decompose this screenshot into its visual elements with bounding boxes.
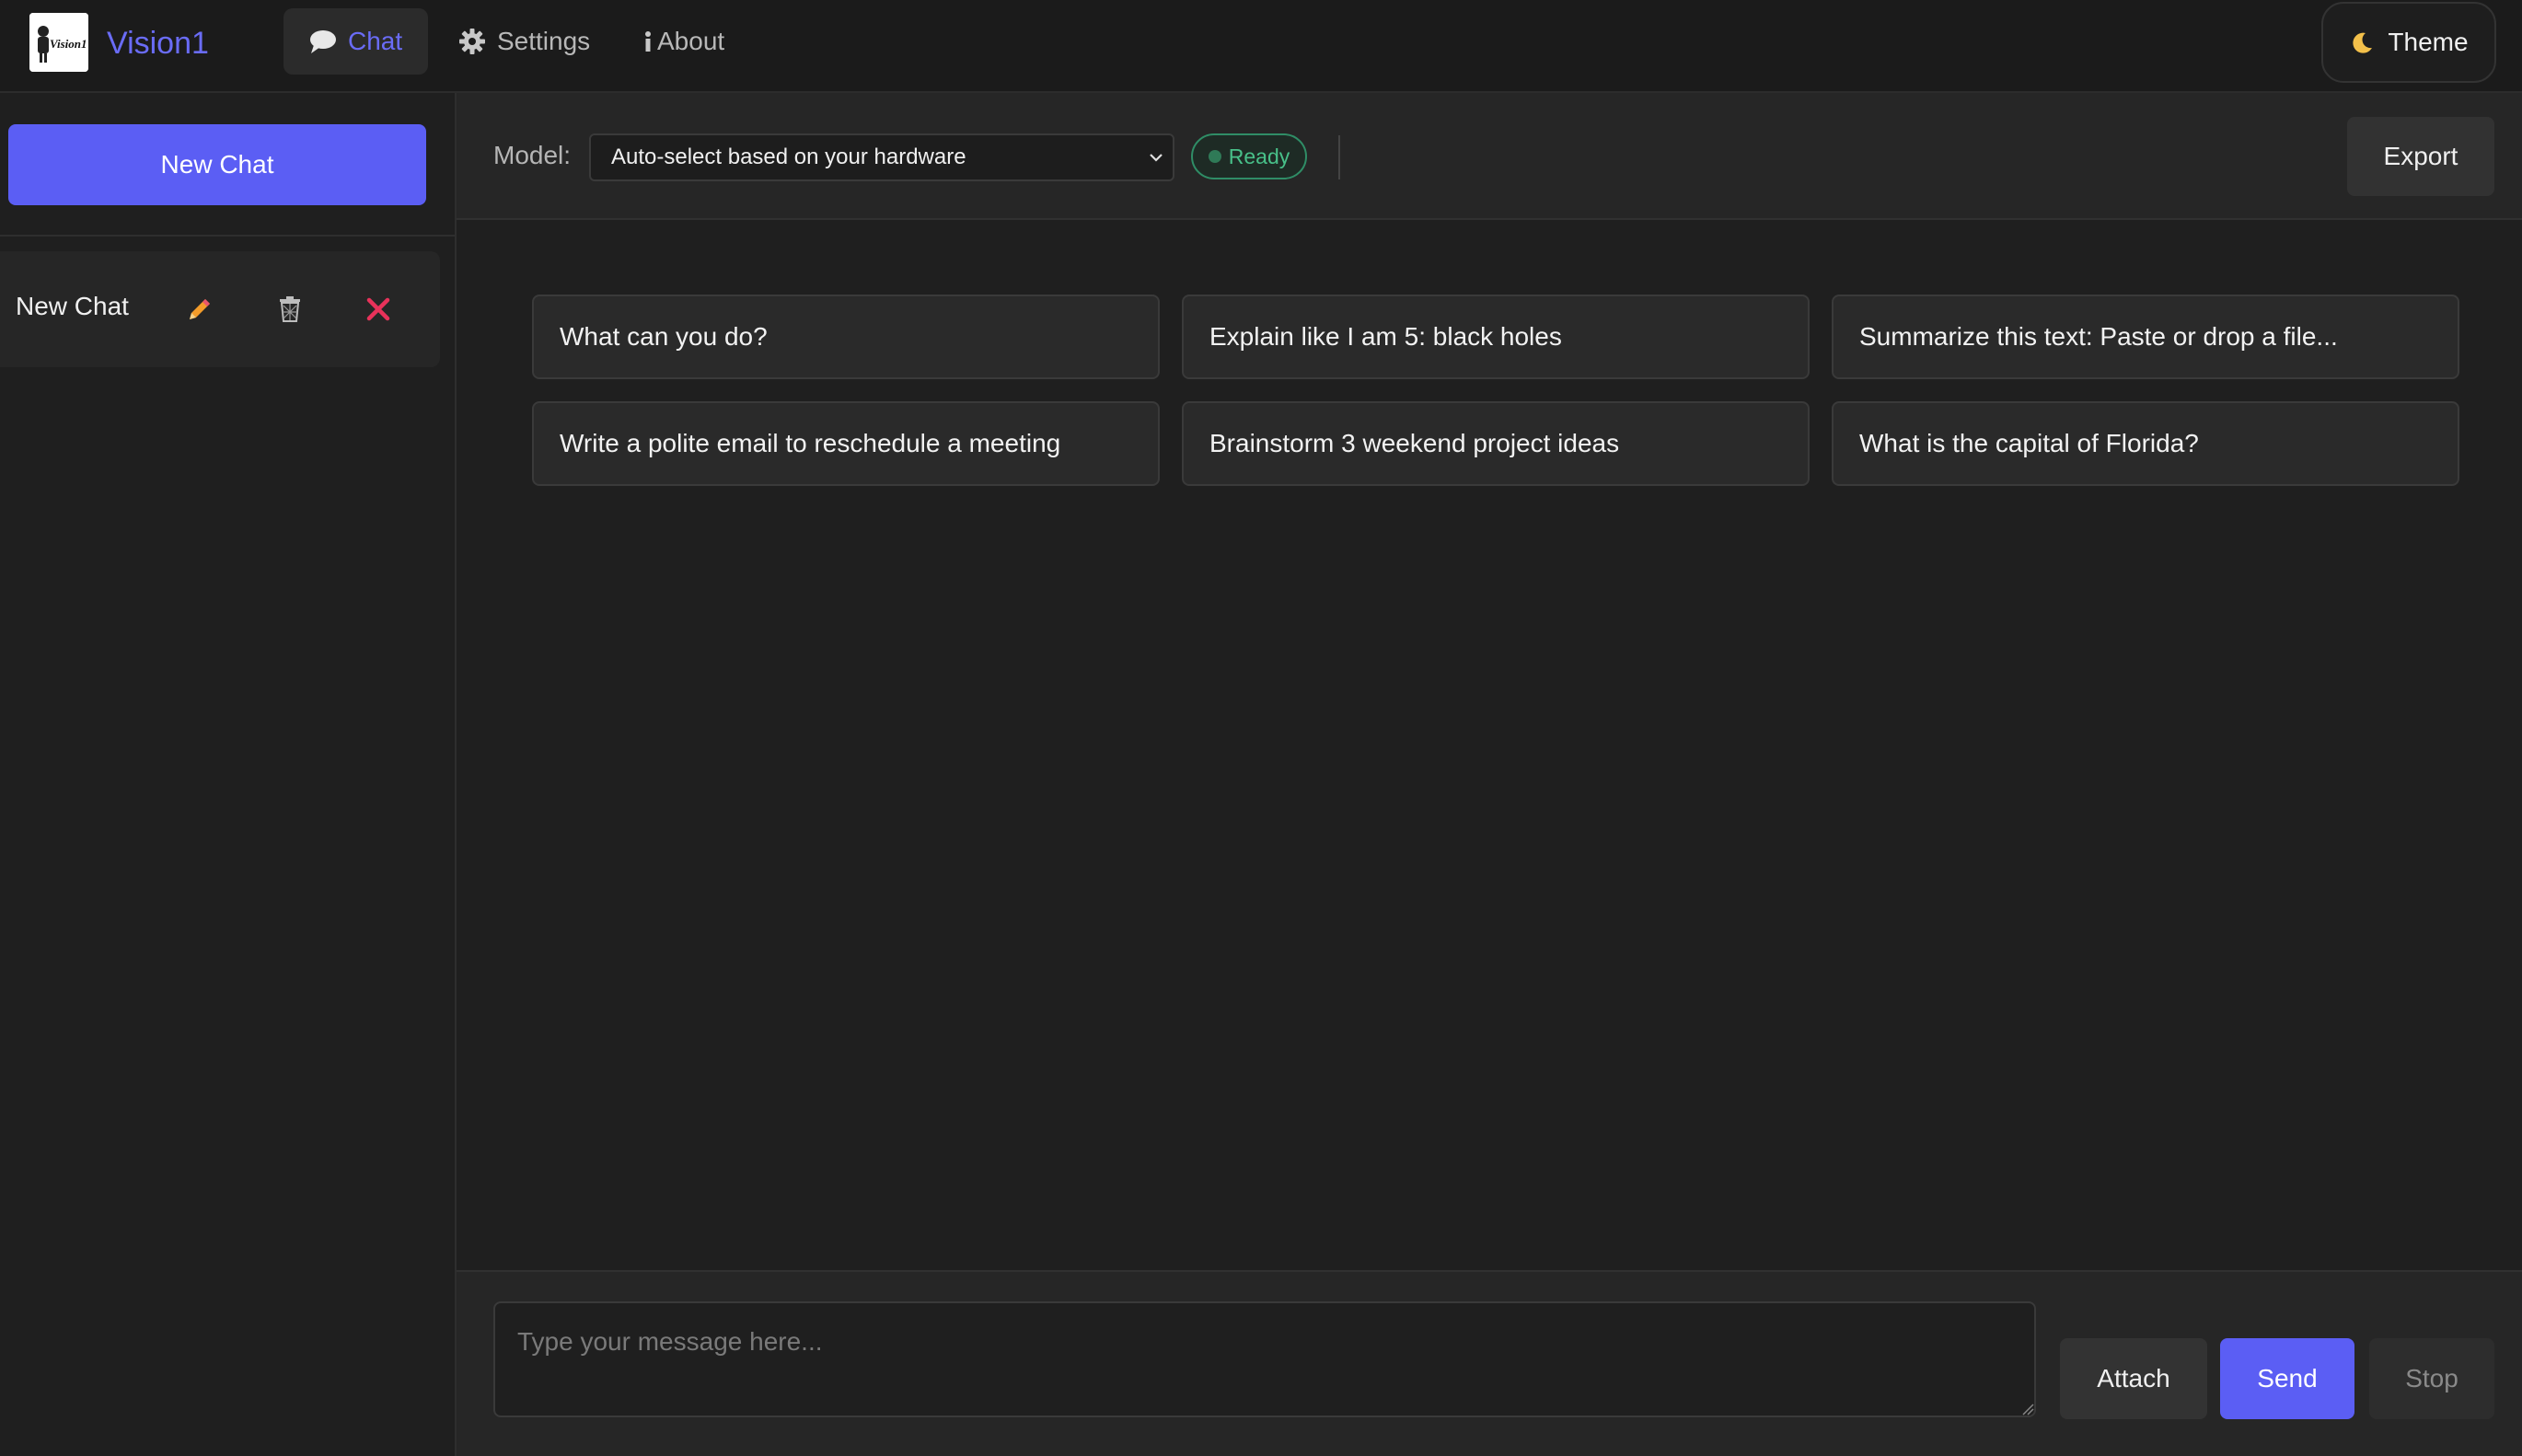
suggestion-chip[interactable]: What can you do? xyxy=(532,295,1160,379)
suggestion-chip[interactable]: Explain like I am 5: black holes xyxy=(1182,295,1810,379)
tab-settings-label: Settings xyxy=(497,27,591,55)
moon-icon xyxy=(2353,32,2373,53)
tab-about-label: About xyxy=(657,27,725,55)
status-text: Ready xyxy=(1228,144,1290,168)
tab-settings[interactable]: Settings xyxy=(433,8,616,75)
stop-button[interactable]: Stop xyxy=(2369,1338,2494,1419)
tab-chat[interactable]: Chat xyxy=(283,8,429,75)
chat-item-title: New Chat xyxy=(16,292,129,320)
sidebar-divider xyxy=(0,235,455,237)
chat-messages-area: What can you do? Explain like I am 5: bl… xyxy=(457,221,2522,1270)
model-select[interactable]: Auto-select based on your hardware xyxy=(589,133,1174,181)
close-chat-button[interactable] xyxy=(361,292,396,327)
status-badge: Ready xyxy=(1191,133,1307,179)
close-icon xyxy=(366,297,390,321)
app-brand-name[interactable]: Vision1 xyxy=(107,20,209,66)
export-button[interactable]: Export xyxy=(2347,117,2494,196)
chat-bubble-icon xyxy=(310,30,336,53)
send-button[interactable]: Send xyxy=(2220,1338,2354,1419)
pencil-icon xyxy=(190,299,210,319)
app-logo[interactable]: Vision1 xyxy=(29,13,88,72)
model-select-value: Auto-select based on your hardware xyxy=(611,144,966,169)
gear-icon xyxy=(459,29,485,54)
header-divider xyxy=(1338,135,1340,179)
message-composer: Attach Send Stop xyxy=(457,1270,2522,1456)
suggestion-chip[interactable]: Summarize this text: Paste or drop a fil… xyxy=(1832,295,2459,379)
model-label: Model: xyxy=(493,141,572,169)
message-input[interactable] xyxy=(493,1301,2036,1417)
suggestion-chip[interactable]: What is the capital of Florida? xyxy=(1832,401,2459,486)
suggestion-chip[interactable]: Write a polite email to reschedule a mee… xyxy=(532,401,1160,486)
chevron-down-icon xyxy=(1150,154,1163,162)
theme-button-label: Theme xyxy=(2388,28,2469,56)
logo-image-icon: Vision1 xyxy=(29,13,88,72)
chat-header: Model: Auto-select based on your hardwar… xyxy=(457,93,2522,220)
trash-icon xyxy=(280,296,300,322)
tab-chat-label: Chat xyxy=(348,27,403,55)
svg-text:Vision1: Vision1 xyxy=(50,37,87,51)
resize-handle-icon[interactable] xyxy=(2021,1403,2034,1416)
sidebar: New Chat New Chat xyxy=(0,93,457,1456)
chat-list-item[interactable]: New Chat xyxy=(0,251,440,367)
tab-about[interactable]: About xyxy=(617,8,750,75)
suggestion-chip[interactable]: Brainstorm 3 weekend project ideas xyxy=(1182,401,1810,486)
new-chat-button[interactable]: New Chat xyxy=(8,124,426,205)
top-navigation-bar: Vision1 Vision1 Chat Settings About Them… xyxy=(0,0,2522,93)
info-icon xyxy=(645,31,651,52)
attach-button[interactable]: Attach xyxy=(2060,1338,2207,1419)
status-dot-icon xyxy=(1208,150,1221,163)
rename-chat-button[interactable] xyxy=(182,292,217,327)
delete-chat-button[interactable] xyxy=(272,292,307,327)
theme-toggle-button[interactable]: Theme xyxy=(2321,2,2496,83)
